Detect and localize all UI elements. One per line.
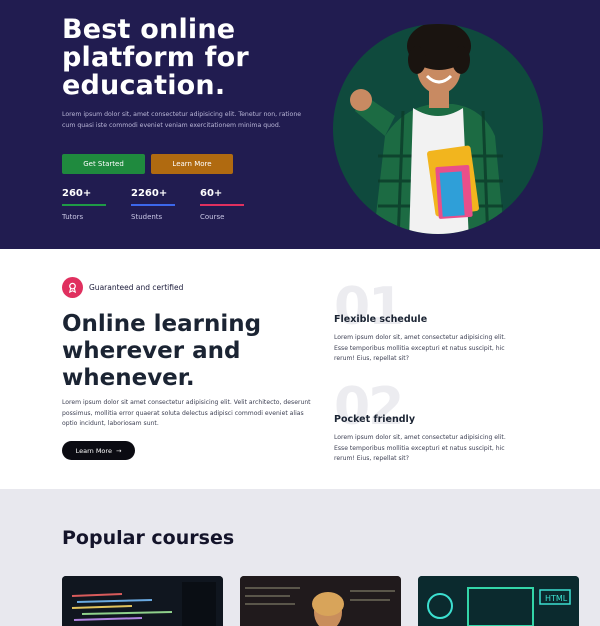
stat-courses: 60+ Course: [200, 187, 244, 221]
learn-more-dark-button[interactable]: Learn More →: [62, 441, 135, 460]
stat-label: Students: [131, 213, 163, 221]
button-label: Learn More: [75, 446, 112, 455]
course-image: [62, 576, 223, 626]
ribbon-icon: [68, 282, 77, 293]
course-image: HTML: [418, 576, 579, 626]
feature-description: Lorem ipsum dolor sit, amet consectetur …: [334, 334, 506, 362]
stat-underline: [131, 204, 175, 206]
stat-students: 2260+ Students: [131, 187, 175, 221]
stat-value: 2260+: [131, 188, 168, 199]
svg-text:HTML: HTML: [545, 594, 568, 603]
feature-title: Pocket friendly: [334, 414, 416, 425]
feature-number: 02: [334, 377, 404, 437]
certificate-badge-icon: [62, 277, 83, 298]
courses-title: Popular courses: [62, 527, 235, 549]
stat-label: Tutors: [62, 213, 84, 221]
section-description: Lorem ipsum dolor sit amet consectetur a…: [62, 399, 311, 427]
feature-description: Lorem ipsum dolor sit, amet consectetur …: [334, 434, 506, 462]
student-photo: [333, 24, 543, 234]
stat-value: 60+: [200, 188, 223, 199]
course-image: [240, 576, 401, 626]
hero-section: Best online platform for education. Lore…: [0, 0, 600, 249]
feature-pocket-friendly: 02 Pocket friendly Lorem ipsum dolor sit…: [334, 381, 514, 465]
feature-number: 01: [334, 277, 404, 337]
arrow-right-icon: →: [115, 446, 122, 455]
stat-underline: [62, 204, 106, 206]
hero-title: Best online platform for education.: [62, 14, 249, 101]
stat-tutors: 260+ Tutors: [62, 187, 106, 221]
course-card-coding[interactable]: [62, 576, 223, 626]
hero-description: Lorem ipsum dolor sit, amet consectetur …: [62, 111, 302, 129]
section-title: Online learning wherever and whenever.: [62, 311, 262, 391]
certified-label: Guaranteed and certified: [89, 283, 184, 292]
feature-title: Flexible schedule: [334, 314, 428, 325]
learn-more-button[interactable]: Learn More: [151, 154, 233, 174]
courses-section: Popular courses HTML: [0, 489, 600, 626]
stat-label: Course: [200, 213, 225, 221]
get-started-button[interactable]: Get Started: [62, 154, 145, 174]
course-card-student[interactable]: [240, 576, 401, 626]
stat-value: 260+: [62, 188, 92, 199]
stat-underline: [200, 204, 244, 206]
feature-flexible-schedule: 01 Flexible schedule Lorem ipsum dolor s…: [334, 281, 514, 365]
course-card-web[interactable]: HTML: [418, 576, 579, 626]
